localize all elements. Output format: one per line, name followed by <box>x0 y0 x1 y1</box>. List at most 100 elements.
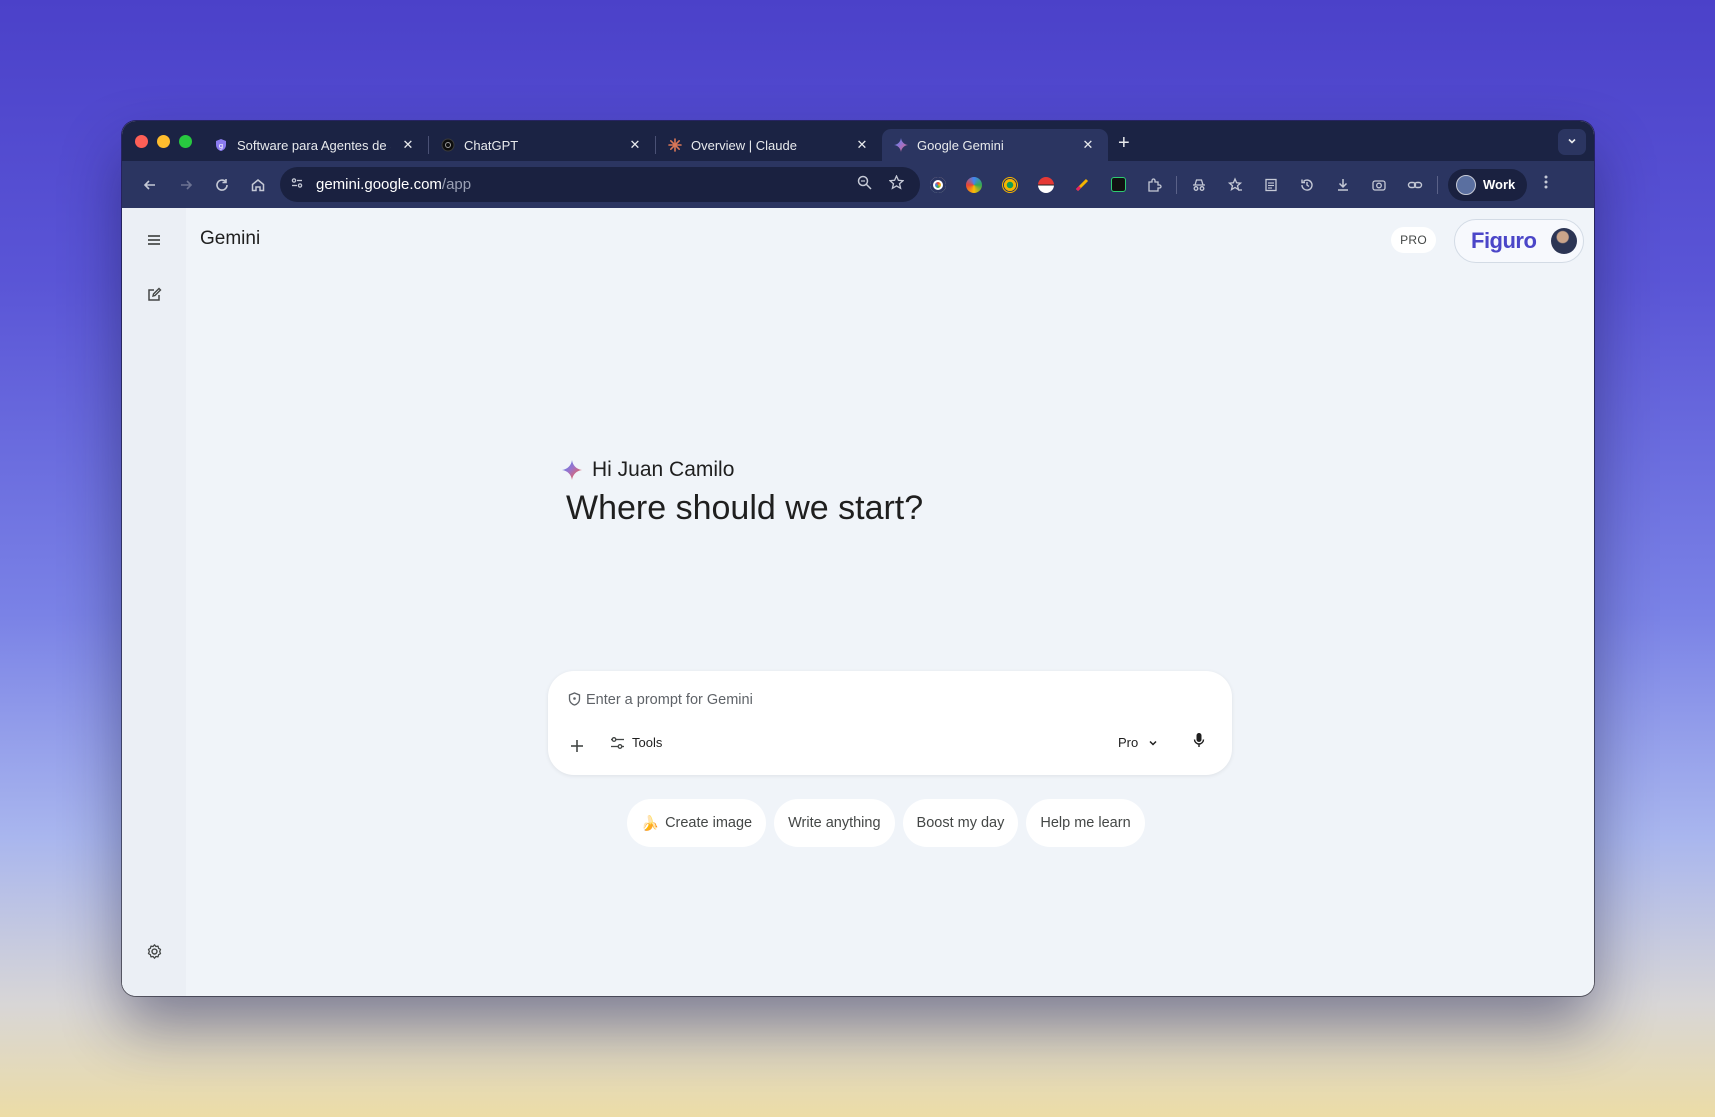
close-window-button[interactable] <box>135 134 148 148</box>
add-attachment-button[interactable] <box>566 733 588 759</box>
suggestion-chips: 🍌 Create image Write anything Boost my d… <box>627 799 1145 847</box>
gear-icon <box>147 943 161 959</box>
reading-list-icon[interactable] <box>1253 169 1289 201</box>
chip-boost-my-day[interactable]: Boost my day <box>902 799 1019 847</box>
profile-avatar <box>1456 174 1476 195</box>
chip-create-image[interactable]: 🍌 Create image <box>627 799 767 847</box>
prompt-composer: Tools Pro <box>548 671 1232 775</box>
tools-button[interactable]: Tools <box>610 735 662 750</box>
tab-chatgpt[interactable]: ChatGPT ✕ <box>429 129 655 161</box>
greeting-section: Hi Juan Camilo Where should we start? <box>562 458 923 528</box>
microphone-button[interactable] <box>1189 732 1209 752</box>
profile-button[interactable]: Work <box>1448 168 1528 201</box>
tab-claude[interactable]: Overview | Claude ✕ <box>656 129 882 161</box>
tab-title: Overview | Claude <box>691 137 797 153</box>
settings-button[interactable] <box>142 939 166 963</box>
bookmark-star-icon[interactable] <box>880 174 912 194</box>
maximize-window-button[interactable] <box>179 134 192 148</box>
tab-title: ChatGPT <box>464 137 519 153</box>
extension-chrome-icon[interactable] <box>956 169 992 201</box>
address-bar[interactable]: gemini.google.com/app <box>280 167 920 202</box>
prompt-input[interactable] <box>586 688 1146 712</box>
chip-help-me-learn[interactable]: Help me learn <box>1026 799 1145 847</box>
extensions-puzzle-icon[interactable] <box>1136 169 1172 201</box>
tab-search-button[interactable] <box>1558 129 1586 155</box>
minimize-window-button[interactable] <box>157 134 170 148</box>
download-icon[interactable] <box>1325 169 1361 201</box>
app-brand[interactable]: Gemini <box>200 228 260 250</box>
close-tab-icon[interactable]: ✕ <box>1080 137 1096 153</box>
gemini-icon <box>894 138 908 152</box>
hamburger-icon <box>148 235 160 245</box>
toolbar-divider <box>1176 175 1177 194</box>
close-tab-icon[interactable]: ✕ <box>854 137 870 153</box>
close-tab-icon[interactable]: ✕ <box>627 137 643 153</box>
url-text[interactable]: gemini.google.com/app <box>316 176 848 193</box>
url-path: /app <box>441 176 472 193</box>
more-vert-icon <box>1544 175 1548 189</box>
back-button[interactable] <box>132 169 168 201</box>
plan-badge: PRO <box>1391 227 1436 253</box>
extension-terminal-icon[interactable] <box>1100 169 1136 201</box>
chip-label: Create image <box>665 815 753 831</box>
tune-icon <box>611 736 624 749</box>
home-icon <box>251 178 265 191</box>
chip-label: Write anything <box>788 815 881 831</box>
chatgpt-icon <box>441 138 455 152</box>
window-controls <box>135 134 192 148</box>
tab-title: Google Gemini <box>917 137 1004 153</box>
extension-wheel-icon[interactable] <box>992 169 1028 201</box>
side-rail <box>122 208 186 996</box>
toolbar-divider <box>1437 175 1438 194</box>
svg-text:g: g <box>219 142 223 150</box>
link-icon[interactable] <box>1397 169 1433 201</box>
avatar[interactable] <box>1551 228 1577 254</box>
tab-strip: g Software para Agentes de Se ✕ ChatGPT … <box>122 121 1594 161</box>
profile-label: Work <box>1483 177 1516 192</box>
chevron-down-icon <box>1567 136 1577 149</box>
plus-icon <box>571 740 583 752</box>
incognito-icon[interactable] <box>1181 169 1217 201</box>
model-label: Pro <box>1118 735 1139 750</box>
zoom-icon[interactable] <box>848 175 880 194</box>
claude-icon <box>668 138 682 152</box>
tab-google-gemini[interactable]: Google Gemini ✕ <box>882 129 1108 161</box>
tab-software-agentes[interactable]: g Software para Agentes de Se ✕ <box>202 129 428 161</box>
extension-ring-icon[interactable] <box>920 169 956 201</box>
close-tab-icon[interactable]: ✕ <box>400 137 416 153</box>
page-title: Where should we start? <box>566 489 924 527</box>
new-chat-button[interactable] <box>142 283 166 307</box>
greeting-text: Hi Juan Camilo <box>592 458 735 481</box>
extension-pencil-icon[interactable] <box>1064 169 1100 201</box>
home-button[interactable] <box>240 169 276 201</box>
browser-menu-button[interactable] <box>1535 174 1557 195</box>
forward-button[interactable] <box>168 169 204 201</box>
chip-write-anything[interactable]: Write anything <box>774 799 895 847</box>
shield-g-icon: g <box>214 138 228 152</box>
tab-title: Software para Agentes de Se <box>237 137 391 153</box>
extension-pokeball-icon[interactable] <box>1028 169 1064 201</box>
arrow-right-icon <box>181 179 193 190</box>
shield-icon <box>568 692 581 709</box>
browser-toolbar: gemini.google.com/app Work <box>122 161 1594 208</box>
banana-icon: 🍌 <box>641 815 660 832</box>
site-info-icon[interactable] <box>290 176 310 193</box>
chevron-down-icon <box>1149 740 1157 746</box>
browser-window: g Software para Agentes de Se ✕ ChatGPT … <box>122 121 1594 996</box>
main-menu-button[interactable] <box>142 228 166 252</box>
chip-label: Boost my day <box>916 815 1005 831</box>
bookmarks-icon[interactable] <box>1217 169 1253 201</box>
url-host: gemini.google.com <box>316 176 442 193</box>
screenshot-icon[interactable] <box>1361 169 1397 201</box>
edit-icon <box>148 287 162 301</box>
gemini-page: Gemini PRO Figuro Hi Juan Camilo Where s… <box>122 208 1594 996</box>
greeting: Hi Juan Camilo <box>562 458 923 482</box>
reload-button[interactable] <box>204 169 240 201</box>
history-icon[interactable] <box>1289 169 1325 201</box>
tools-label: Tools <box>632 735 663 750</box>
microphone-icon <box>1193 733 1205 747</box>
account-switcher[interactable]: Figuro <box>1454 219 1584 263</box>
model-selector[interactable]: Pro <box>1118 735 1158 750</box>
chip-label: Help me learn <box>1040 815 1131 831</box>
new-tab-button[interactable]: + <box>1118 132 1130 155</box>
